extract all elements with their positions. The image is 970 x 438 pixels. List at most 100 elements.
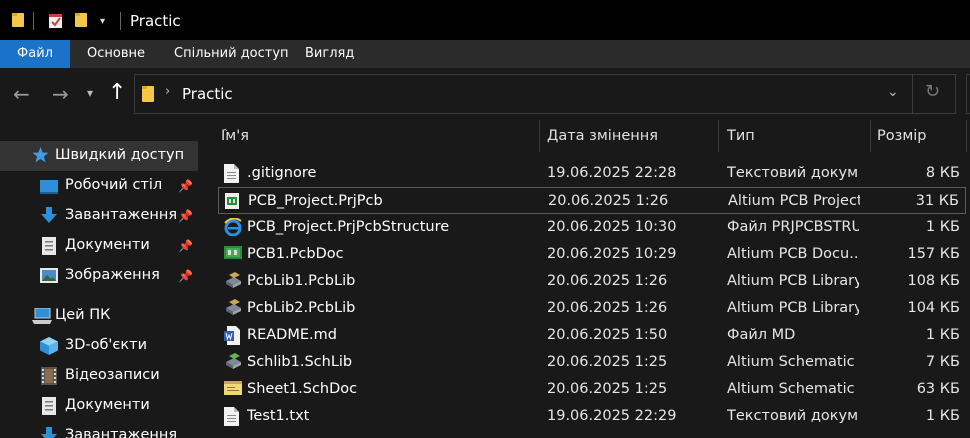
file-row[interactable]: PcbLib1.PcbLib 20.06.2025 1:26 Altium PC… (218, 268, 966, 295)
file-name: Test1.txt (247, 408, 310, 424)
pin-icon[interactable]: 📌 (178, 179, 193, 193)
pictures-icon (40, 268, 58, 287)
back-icon[interactable]: ← (13, 82, 30, 106)
file-date: 20.06.2025 1:26 (547, 273, 668, 289)
tab-view[interactable]: Вигляд (305, 40, 354, 68)
file-row[interactable]: Sheet1.SchDoc 20.06.2025 1:25 Altium Sch… (218, 376, 966, 403)
file-type: Altium PCB Project (728, 193, 860, 209)
pin-icon[interactable]: 📌 (178, 269, 193, 283)
sch-doc-icon (224, 380, 242, 400)
file-list: Ім'я ⌃ Дата змінення Тип Розмір .gitigno… (198, 120, 970, 438)
file-name: .gitignore (247, 165, 317, 181)
document-icon (42, 397, 56, 419)
sidebar-item-pictures[interactable]: Зображення 📌 (0, 261, 198, 291)
column-header-type[interactable]: Тип (720, 120, 870, 152)
search-input[interactable] (966, 74, 970, 114)
file-type: Текстовий докум... (727, 408, 859, 424)
film-icon (41, 367, 57, 389)
document-icon (42, 237, 56, 259)
sidebar-item-label: Швидкий доступ (55, 147, 185, 163)
file-type: Файл PRJPCBSTRU... (727, 219, 859, 235)
column-header-name[interactable]: Ім'я ⌃ (214, 120, 539, 152)
internet-explorer-icon (224, 217, 242, 240)
sidebar-item-documents[interactable]: Документи 📌 (0, 231, 198, 261)
file-name: PCB1.PcbDoc (247, 246, 344, 262)
column-header-label: Розмір (877, 128, 927, 144)
file-name: Schlib1.SchLib (247, 354, 353, 370)
breadcrumb-current[interactable]: Practic (182, 85, 233, 103)
column-divider[interactable] (966, 120, 967, 152)
sidebar-item-label: Робочий стіл (65, 177, 163, 193)
file-size: 104 КБ (907, 300, 960, 316)
window-title: Practic (130, 12, 181, 30)
sidebar-item-this-pc[interactable]: Цей ПК (0, 301, 198, 331)
file-size: 1 КБ (925, 408, 960, 424)
tab-home[interactable]: Основне (87, 40, 145, 68)
file-row[interactable]: Test1.txt 19.06.2025 22:29 Текстовий док… (218, 403, 966, 430)
folder-icon[interactable] (11, 12, 25, 32)
pcb-doc-icon (224, 245, 242, 265)
sidebar-item-desktop[interactable]: Робочий стіл 📌 (0, 171, 198, 201)
file-row[interactable]: README.md 20.06.2025 1:50 Файл MD 1 КБ (218, 322, 966, 349)
address-dropdown-icon[interactable]: ⌄ (887, 84, 899, 100)
sidebar-item-label: Відеозаписи (65, 367, 160, 383)
breadcrumb-chevron-icon[interactable]: › (165, 84, 170, 99)
file-type: Файл MD (727, 327, 796, 343)
recent-locations-icon[interactable]: ▾ (87, 86, 93, 100)
tab-file[interactable]: Файл (0, 40, 70, 68)
title-bar: ▾ Practic (0, 0, 970, 40)
sidebar-item-documents-pc[interactable]: Документи (0, 391, 198, 421)
sidebar-item-videos[interactable]: Відеозаписи (0, 361, 198, 391)
column-header-date[interactable]: Дата змінення (540, 120, 718, 152)
sidebar-item-downloads-pc[interactable]: Завантаження (0, 421, 198, 438)
file-name: PcbLib2.PcbLib (247, 300, 356, 316)
column-header-label: Дата змінення (547, 128, 658, 144)
address-bar[interactable]: › Practic ⌄ ↻ (134, 74, 956, 114)
file-row[interactable]: .gitignore 19.06.2025 22:28 Текстовий до… (218, 160, 966, 187)
file-date: 20.06.2025 1:26 (548, 193, 669, 209)
file-row[interactable]: PcbLib2.PcbLib 20.06.2025 1:26 Altium PC… (218, 295, 966, 322)
file-name: PCB_Project.PrjPcb (248, 193, 383, 209)
file-row[interactable]: PCB1.PcbDoc 20.06.2025 10:29 Altium PCB … (218, 241, 966, 268)
file-size: 157 КБ (907, 246, 960, 262)
file-date: 20.06.2025 1:25 (547, 381, 668, 397)
sidebar-item-3d-objects[interactable]: 3D-об'єкти (0, 331, 198, 361)
sidebar-item-label: Завантаження (65, 427, 178, 438)
file-type: Текстовий докум... (727, 165, 859, 181)
sidebar-item-downloads[interactable]: Завантаження 📌 (0, 201, 198, 231)
file-size: 108 КБ (907, 273, 960, 289)
ribbon-tabs: Файл Основне Спільний доступ Вигляд (0, 40, 970, 68)
pin-icon[interactable]: 📌 (178, 239, 193, 253)
file-type: Altium Schematic ... (727, 381, 859, 397)
folder-icon (141, 85, 155, 107)
file-type: Altium Schematic ... (727, 354, 859, 370)
checkmark-icon[interactable] (48, 12, 64, 33)
file-name: Sheet1.SchDoc (247, 381, 358, 397)
address-divider (912, 75, 913, 113)
tab-share[interactable]: Спільний доступ (174, 40, 289, 68)
sidebar-item-label: 3D-об'єкти (65, 337, 148, 353)
sidebar-item-quick-access[interactable]: Швидкий доступ (0, 141, 198, 171)
text-file-icon (224, 407, 239, 430)
column-header-size[interactable]: Розмір (870, 120, 966, 152)
folder-icon[interactable] (74, 12, 88, 32)
refresh-icon[interactable]: ↻ (925, 81, 940, 102)
column-header-label: Тип (727, 128, 755, 144)
pcb-library-icon (224, 299, 242, 320)
file-type: Altium PCB Library (727, 273, 859, 289)
file-date: 20.06.2025 10:29 (547, 246, 677, 262)
file-row[interactable]: Schlib1.SchLib 20.06.2025 1:25 Altium Sc… (218, 349, 966, 376)
file-row-selected[interactable]: PCB_Project.PrjPcb 20.06.2025 1:26 Altiu… (218, 187, 966, 214)
desktop-icon (40, 179, 58, 198)
file-size: 8 КБ (925, 165, 960, 181)
star-icon (32, 147, 49, 167)
pin-icon[interactable]: 📌 (178, 209, 193, 223)
file-row[interactable]: PCB_Project.PrjPcbStructure 20.06.2025 1… (218, 214, 966, 241)
column-divider[interactable] (718, 120, 719, 152)
customize-toolbar-icon[interactable]: ▾ (100, 16, 105, 27)
forward-icon[interactable]: → (52, 82, 69, 106)
file-name: PcbLib1.PcbLib (247, 273, 356, 289)
download-icon (41, 207, 57, 228)
up-icon[interactable]: ↑ (108, 80, 126, 105)
sidebar-item-label: Документи (65, 397, 150, 413)
